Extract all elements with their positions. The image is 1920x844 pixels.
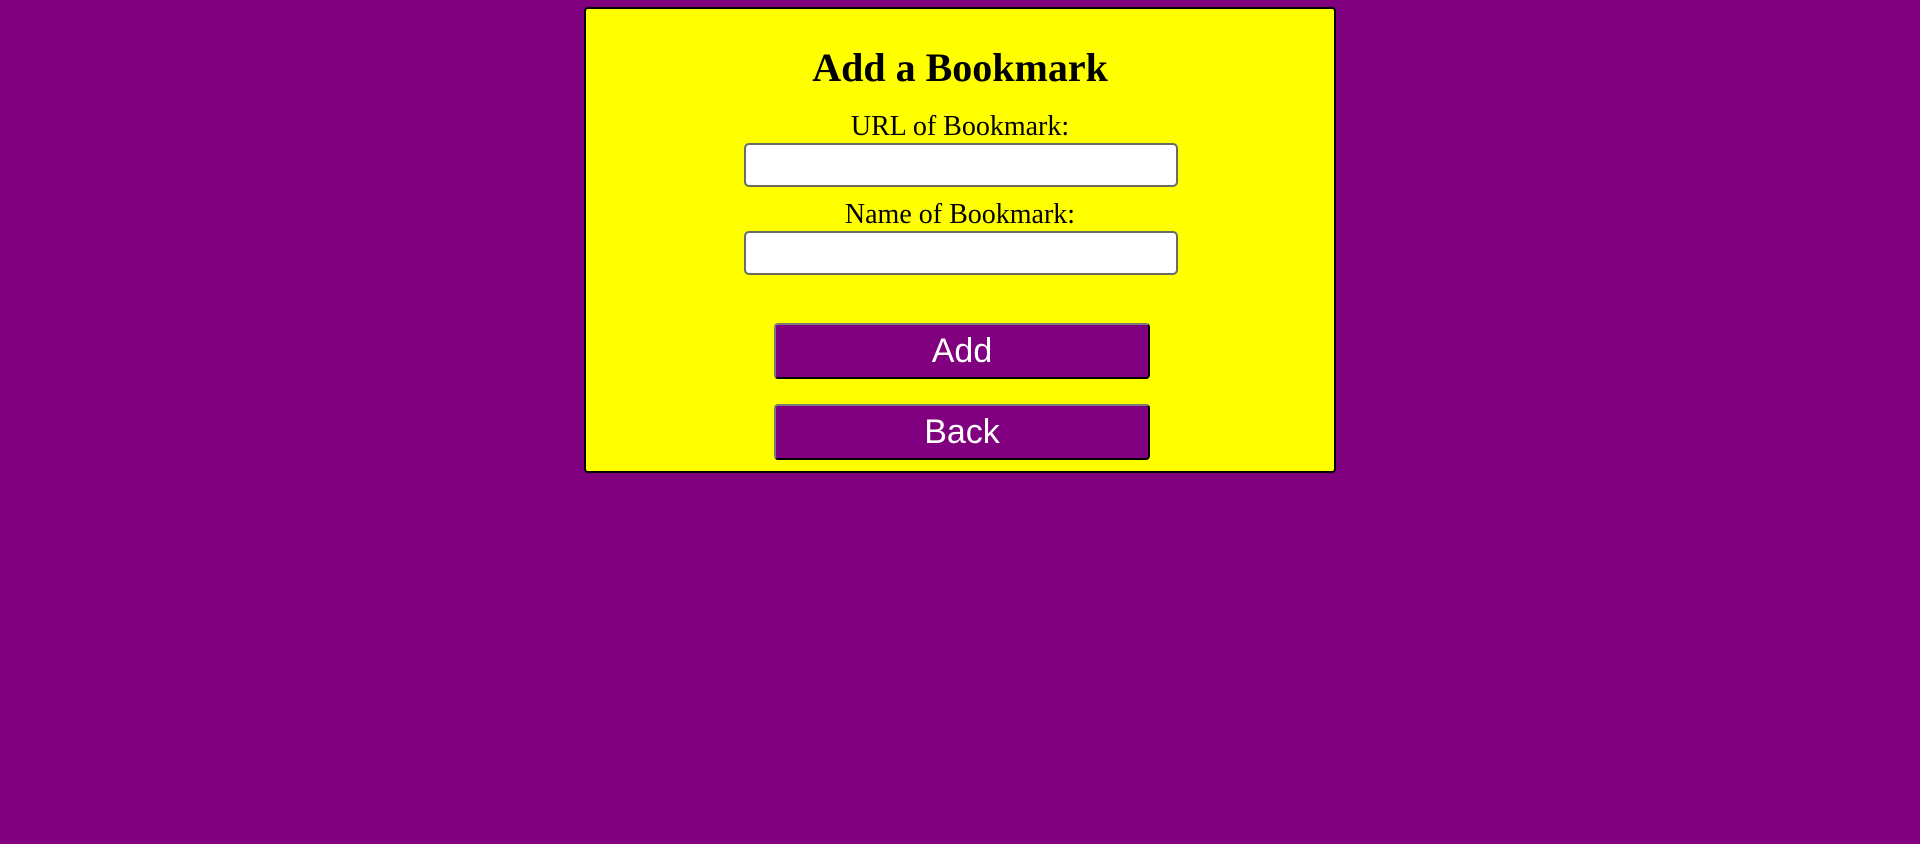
url-input[interactable] [744,143,1178,187]
add-button[interactable]: Add [774,323,1150,379]
add-bookmark-card: Add a Bookmark URL of Bookmark: Name of … [584,7,1336,473]
page-title: Add a Bookmark [812,45,1108,90]
url-label: URL of Bookmark: [850,111,1070,142]
back-button[interactable]: Back [774,404,1150,460]
name-label: Name of Bookmark: [844,199,1076,230]
name-input[interactable] [744,231,1178,275]
